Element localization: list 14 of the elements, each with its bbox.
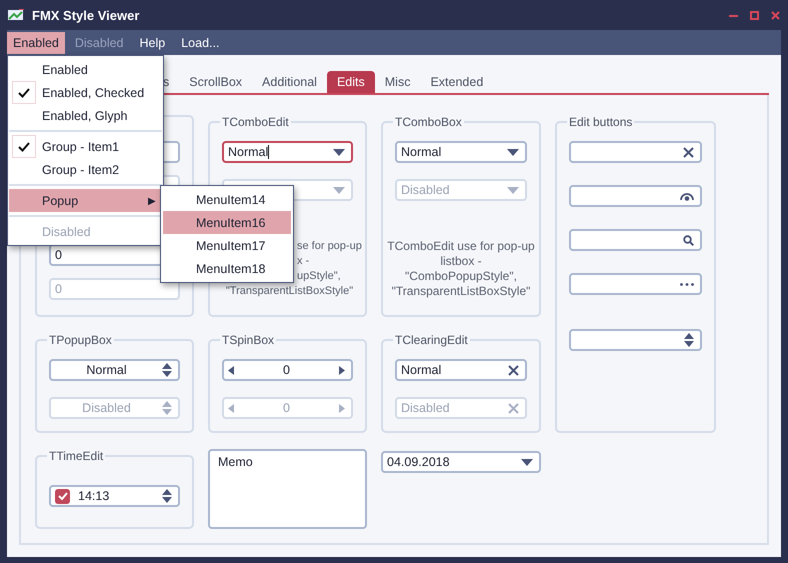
hint-text: upStyle", bbox=[297, 269, 341, 284]
window-title: FMX Style Viewer bbox=[32, 8, 140, 22]
hint-text: x - bbox=[297, 254, 310, 269]
group-title: TPopupBox bbox=[48, 333, 113, 347]
hint-text: "TransparentListBoxStyle" bbox=[226, 284, 354, 299]
group-title: TTimeEdit bbox=[48, 449, 104, 463]
group-title: Edit buttons bbox=[568, 115, 634, 129]
group-title: TSpinBox bbox=[221, 333, 276, 347]
group-title: TComboEdit bbox=[221, 115, 290, 129]
submenu-arrow: ▶ bbox=[148, 194, 156, 206]
group-title: TComboBox bbox=[394, 115, 463, 129]
group-title: TClearingEdit bbox=[394, 333, 469, 347]
hint-text: se for pop-up bbox=[297, 239, 362, 254]
hint-text: TComboEdit use for pop-up listbox - "ComboPopupStyle", "TransparentListBoxStyle" bbox=[386, 239, 536, 299]
